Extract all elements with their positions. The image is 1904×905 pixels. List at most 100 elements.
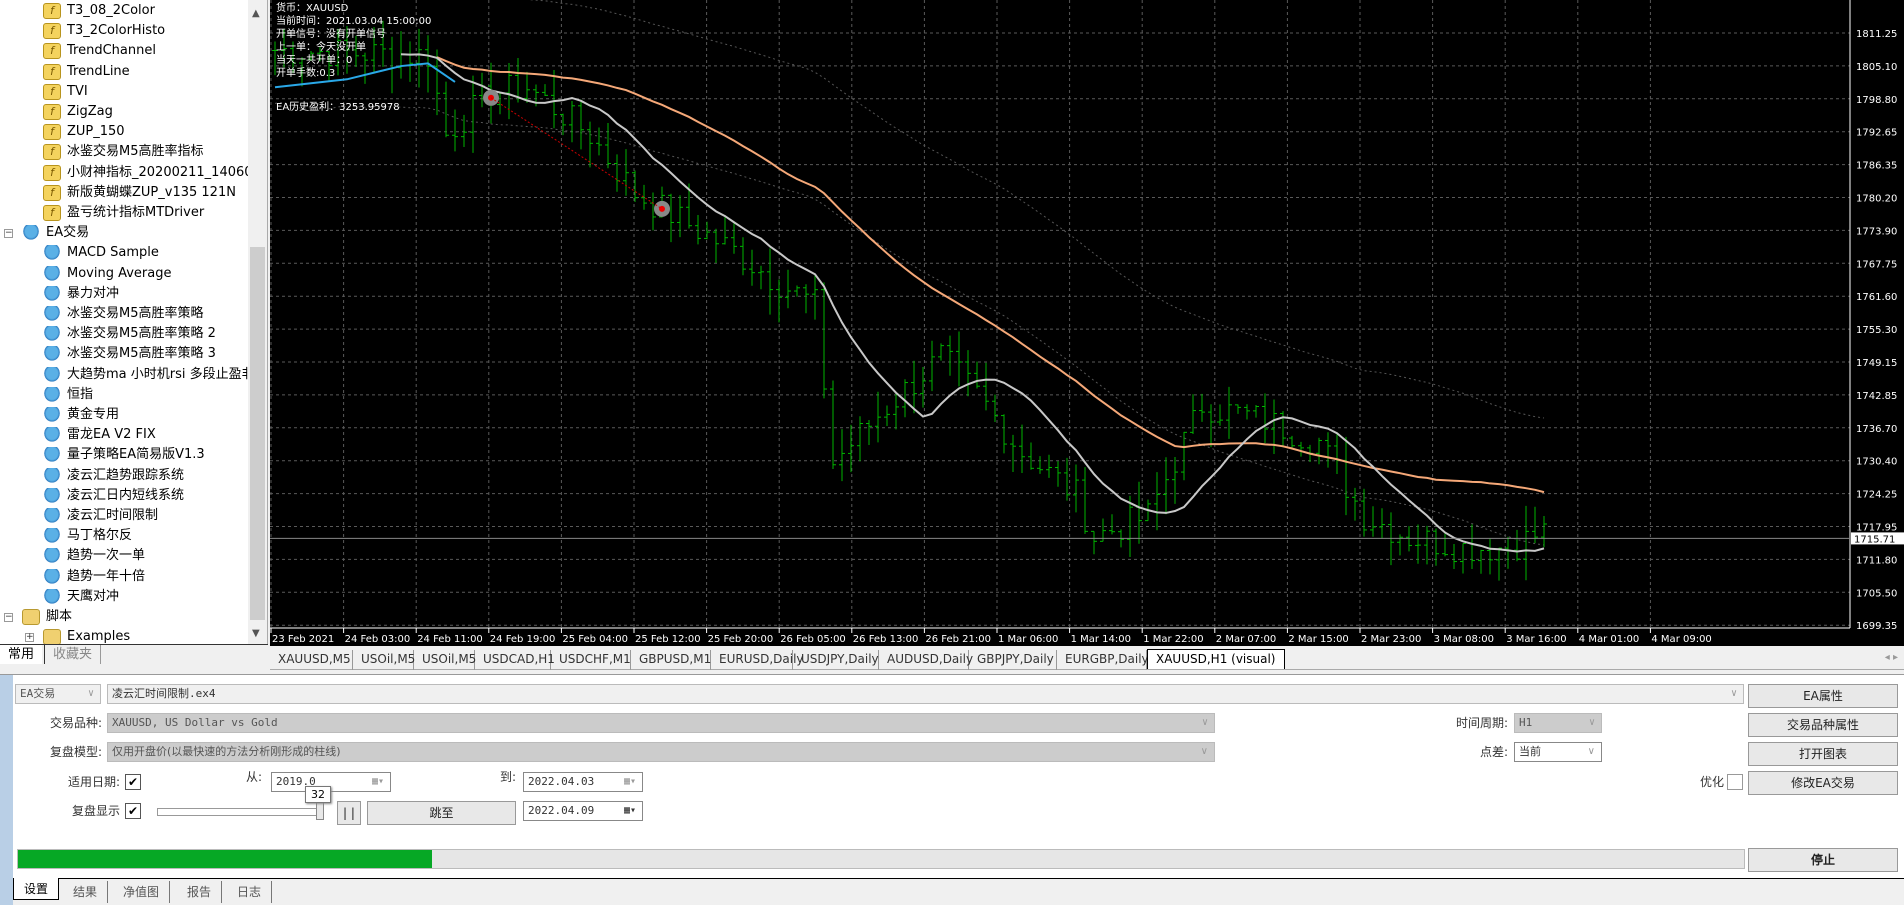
skip-to-button[interactable]: 跳至 (367, 801, 516, 825)
tree-item-label: 冰鉴交易M5高胜率指标 (67, 144, 204, 160)
pause-button[interactable]: | | (337, 801, 361, 825)
open-chart-button[interactable]: 打开图表 (1748, 742, 1898, 766)
expert-item[interactable]: 量子策略EA简易版V1.3 (43, 445, 205, 465)
expert-item[interactable]: 趋势一年十倍 (43, 567, 145, 587)
expert-item[interactable]: 凌云汇时间限制 (43, 506, 158, 526)
chart-tab[interactable]: EURUSD,Daily (711, 650, 804, 670)
chart-tab[interactable]: USDCAD,H1 (475, 650, 555, 670)
tree-item-label: ZigZag (67, 104, 113, 119)
indicator-item[interactable]: f TrendChannel (43, 41, 156, 61)
model-select[interactable]: 仅用开盘价(以最快速的方法分析刚形成的柱线) ∨ (107, 742, 1215, 762)
symbol-select[interactable]: XAUUSD, US Dollar vs Gold ∨ (107, 713, 1215, 733)
tester-tab[interactable]: 日志 (227, 881, 273, 903)
expert-item[interactable]: MACD Sample (43, 243, 159, 263)
expert-item[interactable]: 暴力对冲 (43, 284, 119, 304)
tab-favorites[interactable]: 收藏夹 (44, 645, 102, 664)
collapse-icon[interactable]: − (4, 613, 13, 622)
use-date-checkbox[interactable]: ✔ (125, 774, 141, 790)
expert-item[interactable]: 天鹰对冲 (43, 587, 119, 607)
indicator-item[interactable]: f 新版黄蝴蝶ZUP_v135 121N (43, 183, 236, 203)
indicator-item[interactable]: f 小财神指标_20200211_140603 (43, 163, 248, 183)
indicator-icon: f (43, 23, 61, 40)
expert-item[interactable]: Moving Average (43, 264, 171, 284)
speed-slider-thumb[interactable] (316, 800, 324, 820)
chart-tab[interactable]: USOil,M5 (353, 650, 415, 670)
indicator-icon: f (43, 104, 61, 120)
indicator-item[interactable]: f 冰鉴交易M5高胜率指标 (43, 142, 204, 162)
tester-type-select[interactable]: EA交易 ∨ (15, 684, 101, 704)
tester-tab[interactable]: 净值图 (113, 881, 171, 903)
calendar-icon: ▦▾ (371, 776, 384, 787)
indicator-item[interactable]: f ZigZag (43, 102, 113, 122)
expert-icon (43, 386, 61, 403)
stop-button[interactable]: 停止 (1748, 848, 1898, 872)
indicator-item[interactable]: f 盈亏统计指标MTDriver (43, 203, 204, 223)
tester-tab[interactable]: 报告 (177, 881, 223, 903)
spread-select[interactable]: 当前 ∨ (1514, 742, 1602, 762)
visual-checkbox[interactable]: ✔ (125, 803, 141, 819)
time-label: 1 Mar 22:00 (1143, 634, 1203, 645)
tree-group-experts[interactable]: EA交易 (22, 223, 89, 243)
tree-item-label: 天鹰对冲 (67, 588, 120, 604)
tree-item-label: 冰鉴交易M5高胜率策略 (67, 306, 204, 321)
script-folder-item[interactable]: Examples (43, 627, 130, 644)
chart-tab[interactable]: EURGBP,Daily (1057, 650, 1149, 670)
expand-icon[interactable]: + (25, 633, 34, 643)
period-select[interactable]: H1 ∨ (1514, 713, 1602, 733)
price-label: 1805.10 (1856, 62, 1897, 73)
to-label: 到: (499, 770, 516, 784)
chart-canvas: 1811.25 1805.10 1798.80 1792.65 1786.35 1780.… (270, 0, 1904, 645)
optimize-checkbox[interactable] (1727, 774, 1743, 790)
expert-select[interactable]: 凌云汇时间限制.ex4 ∨ (107, 684, 1744, 704)
scroll-up-icon[interactable]: ▲ (252, 8, 260, 19)
time-label: 3 Mar 16:00 (1506, 634, 1566, 645)
expert-item[interactable]: 冰鉴交易M5高胜率策略 2 (43, 324, 216, 344)
modify-ea-button[interactable]: 修改EA交易 (1748, 771, 1898, 795)
time-label: 23 Feb 2021 (272, 634, 334, 645)
tree-group-scripts[interactable]: 脚本 (22, 607, 72, 627)
expert-item[interactable]: 黄金专用 (43, 405, 119, 425)
tester-tab[interactable]: 结果 (63, 881, 109, 903)
tab-scroll-arrows-icon[interactable]: ◂ ▸ (1885, 652, 1898, 663)
chart-tab[interactable]: USOil,M5 (414, 650, 476, 670)
chart-tab[interactable]: USDJPY,Daily (793, 650, 879, 670)
collapse-icon[interactable]: − (4, 229, 13, 239)
expert-item[interactable]: 凌云汇趋势跟踪系统 (43, 466, 184, 486)
indicator-item[interactable]: f TrendLine (43, 62, 130, 82)
navigator-scrollbar[interactable]: ▲ ▼ (248, 0, 267, 644)
skip-date-input[interactable]: 2022.04.09 ▦▾ (523, 801, 643, 821)
from-date-input[interactable]: 2019.0 ▦▾ (271, 772, 391, 792)
expert-item[interactable]: 马丁格尔反 (43, 526, 132, 546)
tab-common[interactable]: 常用 (0, 645, 43, 664)
symbol-properties-button[interactable]: 交易品种属性 (1748, 713, 1898, 737)
tester-tab[interactable]: 设置 (13, 878, 60, 900)
price-label: 1705.50 (1856, 588, 1897, 599)
expert-item[interactable]: 恒指 (43, 385, 93, 405)
expert-item[interactable]: 冰鉴交易M5高胜率策略 3 (43, 344, 216, 364)
scrollbar-thumb[interactable] (250, 247, 265, 620)
expert-item[interactable]: 趋势一次一单 (43, 546, 145, 566)
expert-icon (43, 285, 61, 302)
chart-tab[interactable]: XAUUSD,H1 (visual) (1147, 649, 1285, 669)
expert-item[interactable]: 大趋势ma 小时机rsi 多段止盈非等 (43, 365, 248, 385)
expert-item[interactable]: 冰鉴交易M5高胜率策略 (43, 304, 204, 324)
indicator-item[interactable]: f ZUP_150 (43, 122, 125, 142)
expert-item[interactable]: 凌云汇日内短线系统 (43, 486, 184, 506)
time-label: 26 Feb 21:00 (925, 634, 991, 645)
indicator-item[interactable]: f T3_08_2Color (43, 1, 155, 21)
indicator-item[interactable]: f TVI (43, 82, 88, 102)
expert-item[interactable]: 雷龙EA V2 FIX (43, 425, 156, 445)
chart-tab[interactable]: AUDUSD,Daily (879, 650, 973, 670)
scroll-down-icon[interactable]: ▼ (252, 628, 260, 639)
price-chart[interactable]: 1811.25 1805.10 1798.80 1792.65 1786.35 1780.… (270, 0, 1904, 646)
speed-slider[interactable] (157, 808, 322, 816)
chart-tab[interactable]: XAUUSD,M5 (270, 650, 353, 670)
expert-icon (43, 346, 61, 363)
to-date-input[interactable]: 2022.04.03 ▦▾ (523, 772, 643, 792)
chart-tab[interactable]: GBPUSD,M1 (631, 650, 711, 670)
ea-properties-button[interactable]: EA属性 (1748, 684, 1898, 708)
strategy-tester: EA交易 ∨ 凌云汇时间限制.ex4 ∨ EA属性 交易品种: XAUUSD, US… (0, 674, 1904, 905)
chart-tab[interactable]: USDCHF,M1 (551, 650, 631, 670)
indicator-item[interactable]: f T3_2ColorHisto (43, 21, 165, 41)
chart-tab[interactable]: GBPJPY,Daily (969, 650, 1057, 670)
